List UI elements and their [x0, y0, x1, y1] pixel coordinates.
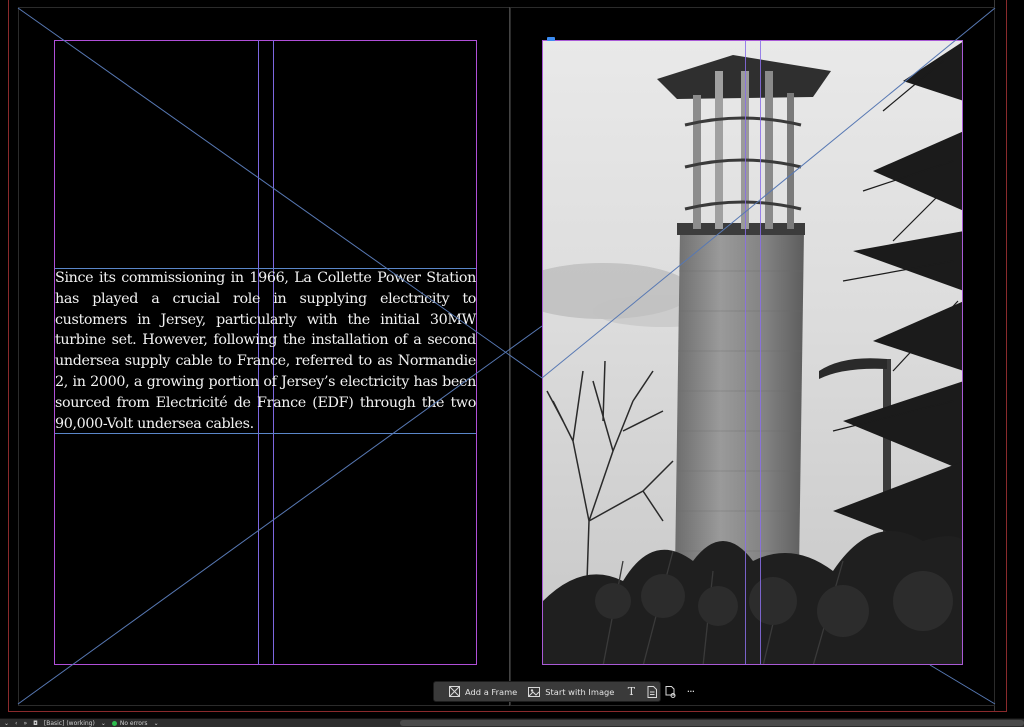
right-column-guide-2 — [760, 40, 761, 665]
start-with-image-label: Start with Image — [545, 686, 615, 697]
more-icon: ··· — [686, 685, 696, 698]
pasteboard[interactable]: Since its commissioning in 1966, La Coll… — [0, 0, 1024, 718]
right-column-guide-1 — [745, 40, 746, 665]
type-icon: T — [627, 685, 636, 698]
page-button[interactable] — [643, 682, 661, 701]
preflight-label: No errors — [119, 719, 148, 727]
type-tool-button[interactable]: T — [619, 682, 643, 701]
copy-button[interactable] — [661, 682, 679, 701]
copy-icon — [663, 685, 677, 699]
workspace-selector[interactable]: [Basic] (working) — [44, 720, 95, 727]
bleed-guide-bottom — [8, 711, 1007, 712]
image-frame[interactable] — [542, 40, 963, 665]
workspace-chevron-icon[interactable]: ⌄ — [101, 720, 106, 727]
frame-handle[interactable] — [547, 37, 555, 41]
body-text[interactable]: Since its commissioning in 1966, La Coll… — [55, 268, 476, 434]
open-page-button[interactable]: ◘ — [33, 720, 38, 727]
bleed-guide-right — [1006, 0, 1007, 712]
add-frame-button[interactable]: Add a Frame — [442, 682, 522, 701]
start-with-image-button[interactable]: Start with Image — [522, 682, 619, 701]
add-frame-label: Add a Frame — [465, 686, 518, 697]
contextual-task-bar: Add a Frame Start with Image T ··· — [433, 681, 695, 702]
preflight-chevron-icon[interactable]: ⌄ — [154, 720, 159, 727]
frame-icon — [447, 685, 461, 699]
spine-guide — [509, 7, 510, 706]
previous-page-button[interactable]: ‹ — [15, 720, 17, 727]
page-icon — [645, 685, 659, 699]
next-page-button[interactable]: » — [23, 720, 27, 727]
page-nav-button[interactable]: ⌄ — [4, 720, 9, 727]
preflight-ok-icon — [111, 720, 117, 726]
bleed-guide-left — [8, 0, 9, 712]
image-icon — [527, 685, 541, 699]
tower-photo — [543, 41, 962, 664]
horizontal-scrollbar[interactable] — [400, 720, 1024, 726]
more-options-button[interactable]: ··· — [679, 682, 701, 701]
preflight-status[interactable]: No errors — [111, 719, 148, 727]
